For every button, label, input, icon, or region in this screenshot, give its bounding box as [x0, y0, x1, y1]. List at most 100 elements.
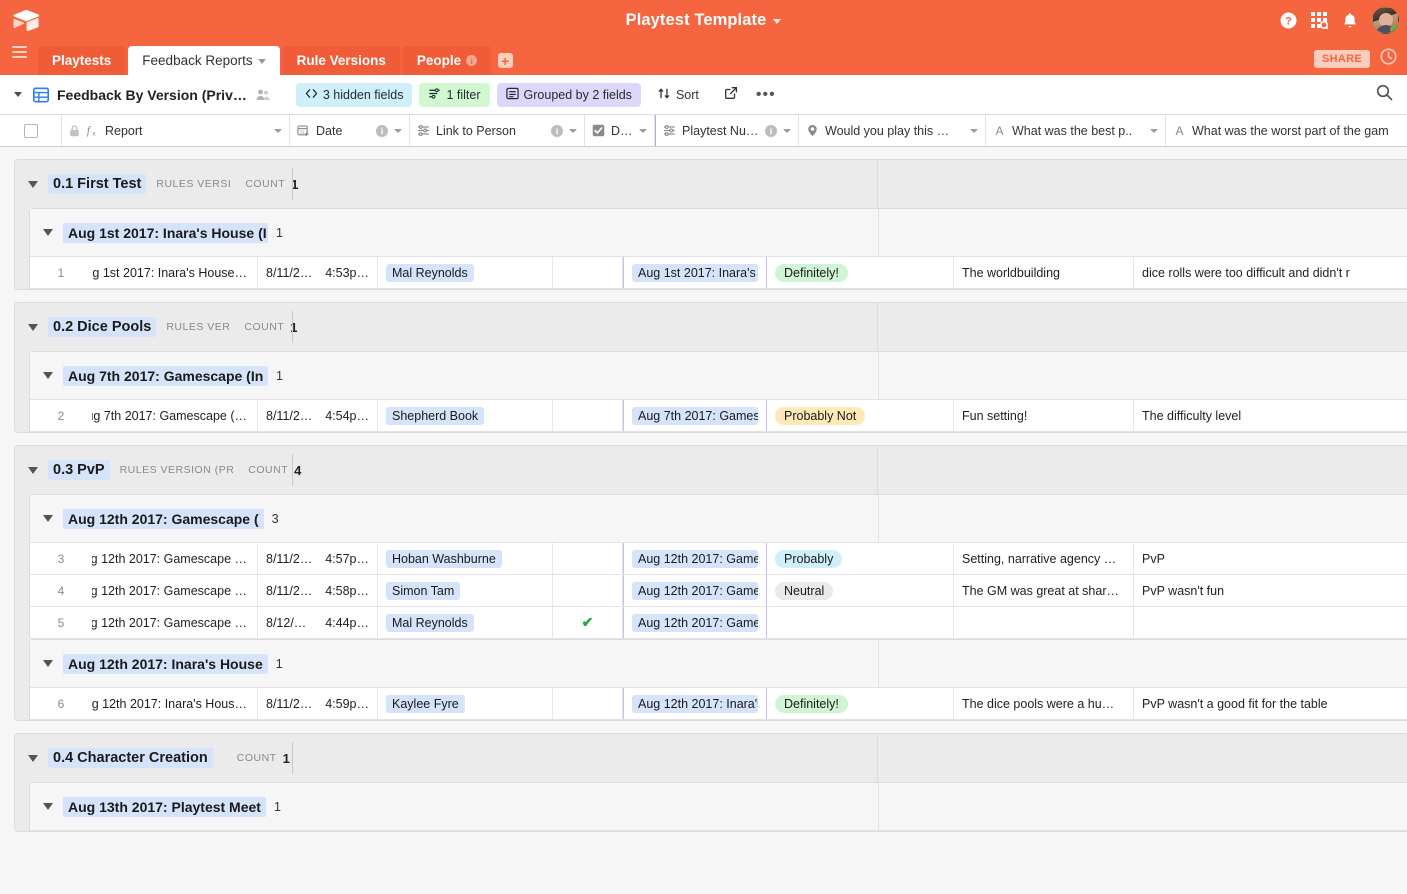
cell-report[interactable]: Aug 12th 2017: Gamescape … [92, 607, 258, 638]
cell-playtest-number[interactable]: Aug 1st 2017: Inara's [623, 257, 767, 288]
column-header-would-you-play-this[interactable]: Would you play this … [799, 115, 986, 146]
chevron-down-icon[interactable] [783, 128, 791, 133]
apps-grid-search-icon[interactable] [1311, 11, 1328, 29]
tab-feedback-reports[interactable]: Feedback Reports [128, 46, 280, 75]
cell-best-part[interactable]: The GM was great at shar… [954, 575, 1134, 606]
cell-date[interactable]: 8/11/2… 4:57p… [258, 543, 378, 574]
group-button[interactable]: Grouped by 2 fields [496, 82, 641, 107]
column-header-playtest-nu[interactable]: Playtest Nu… i [655, 115, 799, 146]
cell-worst-part[interactable] [1134, 607, 1379, 638]
collapse-triangle-icon[interactable] [43, 803, 53, 810]
cell-worst-part[interactable]: PvP wasn't fun [1134, 575, 1379, 606]
filter-button[interactable]: 1 filter [419, 82, 490, 107]
cell-date[interactable]: 8/11/2… 4:54p… [258, 400, 378, 431]
cell-date[interactable]: 8/11/2… 4:53p… [258, 257, 378, 288]
group-header[interactable]: 0.2 Dice Pools RULES VER COUNT 1 [15, 303, 1407, 351]
cell-link-to-person[interactable]: Hoban Washburne [378, 543, 553, 574]
cell-worst-part[interactable]: PvP [1134, 543, 1379, 574]
cell-discussed[interactable]: ✔ [553, 607, 623, 638]
cell-best-part[interactable]: Fun setting! [954, 400, 1134, 431]
subgroup-header[interactable]: Aug 12th 2017: Gamescape ( 3 [30, 495, 1407, 543]
collapse-triangle-icon[interactable] [28, 754, 38, 762]
group-header[interactable]: 0.3 PvP RULES VERSION (PR COUNT 4 [15, 446, 1407, 494]
cell-discussed[interactable] [553, 400, 623, 431]
column-header-link-to-person[interactable]: Link to Person i [410, 115, 585, 146]
chevron-down-icon[interactable] [970, 128, 978, 133]
collaborators-icon[interactable] [256, 88, 270, 102]
column-header-report[interactable]: fx Report [62, 115, 290, 146]
chevron-down-icon[interactable] [14, 92, 22, 97]
hamburger-menu-icon[interactable] [12, 40, 38, 75]
select-all-checkbox-cell[interactable] [0, 115, 62, 146]
history-clock-icon[interactable] [1380, 48, 1397, 70]
subgroup-header[interactable]: Aug 12th 2017: Inara's House 1 [30, 640, 1407, 688]
chevron-down-icon[interactable] [773, 19, 782, 24]
cell-playtest-number[interactable]: Aug 7th 2017: Games [623, 400, 767, 431]
table-row[interactable]: 1 Aug 1st 2017: Inara's House… 8/11/2… 4… [30, 257, 1407, 289]
chevron-down-icon[interactable] [274, 128, 282, 133]
cell-report[interactable]: Aug 12th 2017: Gamescape … [92, 575, 258, 606]
cell-worst-part[interactable]: The difficulty level [1134, 400, 1379, 431]
cell-date[interactable]: 8/11/2… 4:58p… [258, 575, 378, 606]
subgroup-header[interactable]: Aug 13th 2017: Playtest Meet 1 [30, 783, 1407, 831]
column-header-what-was-the-worst-part-of-the-gam[interactable]: A What was the worst part of the gam [1166, 115, 1407, 146]
cell-best-part[interactable] [954, 607, 1134, 638]
table-row[interactable]: 2 Aug 7th 2017: Gamescape (… 8/11/2… 4:5… [30, 400, 1407, 432]
cell-would-you-play-this[interactable]: Definitely! [767, 257, 954, 288]
tab-rule-versions[interactable]: Rule Versions [282, 46, 400, 75]
info-icon[interactable]: i [765, 124, 777, 137]
cell-report[interactable]: Aug 12th 2017: Inara's Hous… [92, 688, 258, 719]
cell-best-part[interactable]: The worldbuilding [954, 257, 1134, 288]
tab-people[interactable]: People i [402, 46, 492, 75]
cell-worst-part[interactable]: dice rolls were too difficult and didn't… [1134, 257, 1379, 288]
hidden-fields-button[interactable]: 3 hidden fields [295, 82, 413, 107]
cell-discussed[interactable] [553, 575, 623, 606]
cell-link-to-person[interactable]: Kaylee Fyre [378, 688, 553, 719]
cell-would-you-play-this[interactable]: Definitely! [767, 688, 954, 719]
cell-would-you-play-this[interactable]: Probably Not [767, 400, 954, 431]
sort-button[interactable]: Sort [650, 83, 707, 107]
column-header-what-was-the-best-p[interactable]: A What was the best p.. [986, 115, 1166, 146]
cell-would-you-play-this[interactable]: Neutral [767, 575, 954, 606]
search-view-button[interactable] [1376, 75, 1393, 115]
share-button[interactable]: SHARE [1313, 50, 1370, 68]
table-row[interactable]: 3 Aug 12th 2017: Gamescape … 8/11/2… 4:5… [30, 543, 1407, 575]
table-row[interactable]: 6 Aug 12th 2017: Inara's Hous… 8/11/2… 4… [30, 688, 1407, 720]
cell-link-to-person[interactable]: Mal Reynolds [378, 607, 553, 638]
column-header-date[interactable]: 31 Date i [290, 115, 410, 146]
help-circle-icon[interactable]: ? [1280, 12, 1297, 29]
collapse-triangle-icon[interactable] [43, 660, 53, 667]
group-header[interactable]: 0.1 First Test RULES VERSI COUNT 1 [15, 160, 1407, 208]
collapse-triangle-icon[interactable] [43, 229, 53, 236]
airtable-logo-icon[interactable] [0, 0, 52, 40]
cell-link-to-person[interactable]: Simon Tam [378, 575, 553, 606]
chevron-down-icon[interactable] [569, 128, 577, 133]
cell-playtest-number[interactable]: Aug 12th 2017: Game [623, 543, 767, 574]
cell-report[interactable]: Aug 1st 2017: Inara's House… [92, 257, 258, 288]
bell-icon[interactable] [1342, 12, 1358, 29]
info-icon[interactable]: i [551, 124, 563, 137]
cell-best-part[interactable]: Setting, narrative agency … [954, 543, 1134, 574]
chevron-down-icon[interactable] [639, 128, 647, 133]
table-row[interactable]: 4 Aug 12th 2017: Gamescape … 8/11/2… 4:5… [30, 575, 1407, 607]
column-header-di[interactable]: Di… [585, 115, 655, 146]
cell-playtest-number[interactable]: Aug 12th 2017: Game [623, 607, 767, 638]
cell-date[interactable]: 8/12/… 4:44p… [258, 607, 378, 638]
cell-playtest-number[interactable]: Aug 12th 2017: Inara's [623, 688, 767, 719]
subgroup-header[interactable]: Aug 1st 2017: Inara's House (I 1 [30, 209, 1407, 257]
collapse-triangle-icon[interactable] [43, 515, 53, 522]
cell-playtest-number[interactable]: Aug 12th 2017: Game [623, 575, 767, 606]
chevron-down-icon[interactable] [1150, 128, 1158, 133]
tab-playtests[interactable]: Playtests [38, 46, 126, 75]
collapse-triangle-icon[interactable] [28, 180, 38, 188]
add-table-button[interactable]: + [494, 46, 516, 75]
select-all-checkbox[interactable] [23, 123, 38, 138]
cell-link-to-person[interactable]: Shepherd Book [378, 400, 553, 431]
collapse-triangle-icon[interactable] [28, 323, 38, 331]
cell-report[interactable]: Aug 7th 2017: Gamescape (… [92, 400, 258, 431]
more-dots-icon[interactable]: ••• [750, 86, 782, 102]
collapse-triangle-icon[interactable] [43, 372, 53, 379]
cell-would-you-play-this[interactable] [767, 607, 954, 638]
cell-discussed[interactable] [553, 688, 623, 719]
chevron-down-icon[interactable] [257, 59, 266, 64]
